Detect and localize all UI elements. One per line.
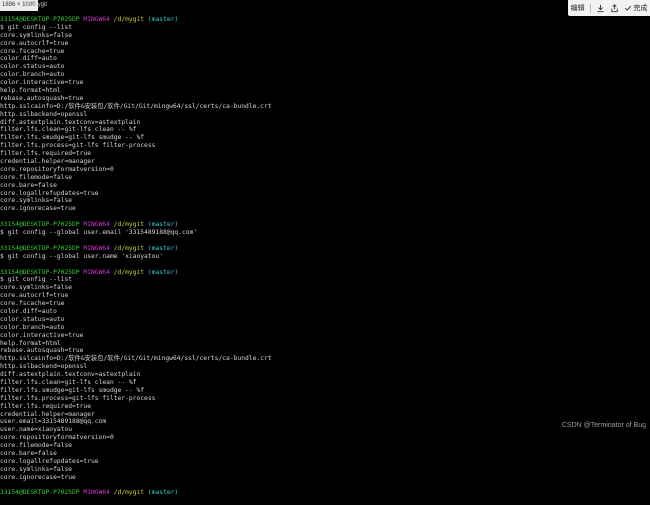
- output-line: color.branch=auto: [0, 323, 65, 331]
- output-line: core.repositoryformatversion=0: [0, 434, 114, 442]
- command-line: $ git config --list: [0, 276, 73, 284]
- output-line: core.ignorecase=true: [0, 473, 76, 481]
- prompt-branch: (master): [147, 16, 179, 23]
- prompt-user: 33154@DESKTOP-P7025DP: [0, 16, 80, 23]
- prompt-path: /d/mygit: [113, 16, 145, 23]
- output-line: core.logallrefupdates=true: [0, 457, 99, 465]
- prompt-host: MINGW64: [83, 244, 110, 252]
- prompt-host: MINGW64: [83, 489, 110, 497]
- prompt-user: 33154@DESKTOP-P7025DP: [0, 221, 80, 229]
- output-line: core.fscache=true: [0, 300, 65, 308]
- prompt-path: /d/mygit: [113, 221, 145, 229]
- output-line: color.interactive=true: [0, 79, 84, 87]
- output-line: help.format=html: [0, 339, 61, 347]
- output-line: filter.lfs.process=git-lfs filter-proces…: [0, 142, 156, 150]
- prompt-path: /d/mygit: [113, 489, 145, 497]
- output-line: filter.lfs.clean=git-lfs clean -- %f: [0, 378, 137, 386]
- window-title-bar: 1896 × 1080 /d/mygit: [0, 0, 650, 11]
- output-line: color.status=auto: [0, 63, 65, 71]
- prompt-host: MINGW64: [83, 16, 110, 23]
- output-line: core.symlinks=false: [0, 465, 73, 473]
- prompt-path: /d/mygit: [113, 268, 145, 276]
- prompt-host: MINGW64: [83, 268, 110, 276]
- output-line: http.sslcainfo=D:/软件&安装包/软件/Git/Git/ming…: [0, 102, 272, 110]
- prompt-branch: (master): [147, 489, 179, 497]
- output-line: credential.helper=manager: [0, 158, 95, 166]
- output-line: user.name=xiaoyatou: [0, 426, 73, 434]
- output-line: core.bare=false: [0, 181, 57, 189]
- download-icon: [597, 4, 604, 12]
- output-line: color.interactive=true: [0, 331, 84, 339]
- prompt-host: MINGW64: [83, 221, 110, 229]
- prompt-path: /d/mygit: [113, 244, 145, 252]
- output-line: color.diff=auto: [0, 307, 57, 315]
- output-line: filter.lfs.smudge=git-lfs smudge -- %f: [0, 386, 145, 394]
- output-line: color.status=auto: [0, 315, 65, 323]
- prompt-branch: (master): [147, 268, 179, 276]
- output-line: filter.lfs.required=true: [0, 402, 91, 410]
- output-line: filter.lfs.smudge=git-lfs smudge -- %f: [0, 134, 145, 142]
- command-line: [0, 497, 650, 505]
- output-line: core.symlinks=false: [0, 284, 73, 292]
- prompt-line: 33154@DESKTOP-P7025DP MINGW64 /d/mygit (…: [0, 269, 650, 277]
- output-line: core.fscache=true: [0, 47, 65, 55]
- output-line: http.sslbackend=openssl: [0, 363, 88, 371]
- prompt-line: 33154@DESKTOP-P7025DP MINGW64 /d/mygit (…: [0, 489, 650, 497]
- checkmark-icon: [625, 5, 632, 11]
- output-line: core.filemode=false: [0, 442, 73, 450]
- prompt-branch: (master): [147, 244, 179, 252]
- output-line: core.repositoryformatversion=0: [0, 165, 114, 173]
- share-icon: [611, 3, 618, 12]
- prompt-branch: (master): [147, 221, 179, 229]
- output-line: diff.astextplain.textconv=astextplain: [0, 371, 141, 379]
- watermark: CSDN @Terminator of Bug: [561, 422, 646, 429]
- output-line: http.sslcainfo=D:/软件&安装包/软件/Git/Git/ming…: [0, 355, 272, 363]
- edit-label: 编辑: [570, 5, 585, 12]
- output-line: help.format=html: [0, 87, 61, 95]
- command-line: $ git config --global user.name 'xiaoyat…: [0, 252, 164, 260]
- command-line: $ git config --list: [0, 23, 73, 31]
- prompt-line: 33154@DESKTOP-P7025DP MINGW64 /d/mygit (…: [0, 16, 650, 24]
- output-line: filter.lfs.clean=git-lfs clean -- %f: [0, 126, 137, 134]
- output-line: filter.lfs.process=git-lfs filter-proces…: [0, 394, 156, 402]
- output-line: http.sslbackend=openssl: [0, 110, 88, 118]
- output-line: rebase.autosquash=true: [0, 94, 84, 102]
- edit-button[interactable]: 编辑: [571, 3, 585, 13]
- command-line: $ git config --global user.email '331548…: [0, 229, 198, 237]
- output-line: core.symlinks=false: [0, 197, 73, 205]
- output-line: core.ignorecase=true: [0, 205, 76, 213]
- share-button[interactable]: [610, 3, 619, 13]
- window-title-path: /d/mygit: [26, 2, 48, 8]
- prompt-user: 33154@DESKTOP-P7025DP: [0, 268, 80, 276]
- output-line: filter.lfs.required=true: [0, 150, 91, 158]
- output-line: core.autocrlf=true: [0, 39, 69, 47]
- output-line: color.diff=auto: [0, 55, 57, 63]
- output-line: color.branch=auto: [0, 71, 65, 79]
- output-line: credential.helper=manager: [0, 410, 95, 418]
- output-line: core.filemode=false: [0, 173, 73, 181]
- prompt-user: 33154@DESKTOP-P7025DP: [0, 244, 80, 252]
- prompt-line: 33154@DESKTOP-P7025DP MINGW64 /d/mygit (…: [0, 221, 650, 229]
- output-line: core.symlinks=false: [0, 31, 73, 39]
- prompt-user: 33154@DESKTOP-P7025DP: [0, 489, 80, 497]
- done-button[interactable]: 完成: [624, 3, 647, 13]
- prompt-line: 33154@DESKTOP-P7025DP MINGW64 /d/mygit (…: [0, 245, 650, 253]
- toolbar-divider: [589, 3, 591, 13]
- image-toolbar: 编辑 完成: [568, 0, 650, 16]
- download-button[interactable]: [596, 4, 605, 13]
- output-line: core.bare=false: [0, 449, 57, 457]
- output-line: diff.astextplain.textconv=astextplain: [0, 118, 141, 126]
- output-line: user.email=3315489188@qq.com: [0, 418, 107, 426]
- output-line: core.logallrefupdates=true: [0, 189, 99, 197]
- output-line: core.autocrlf=true: [0, 292, 69, 300]
- done-label: 完成: [633, 5, 648, 12]
